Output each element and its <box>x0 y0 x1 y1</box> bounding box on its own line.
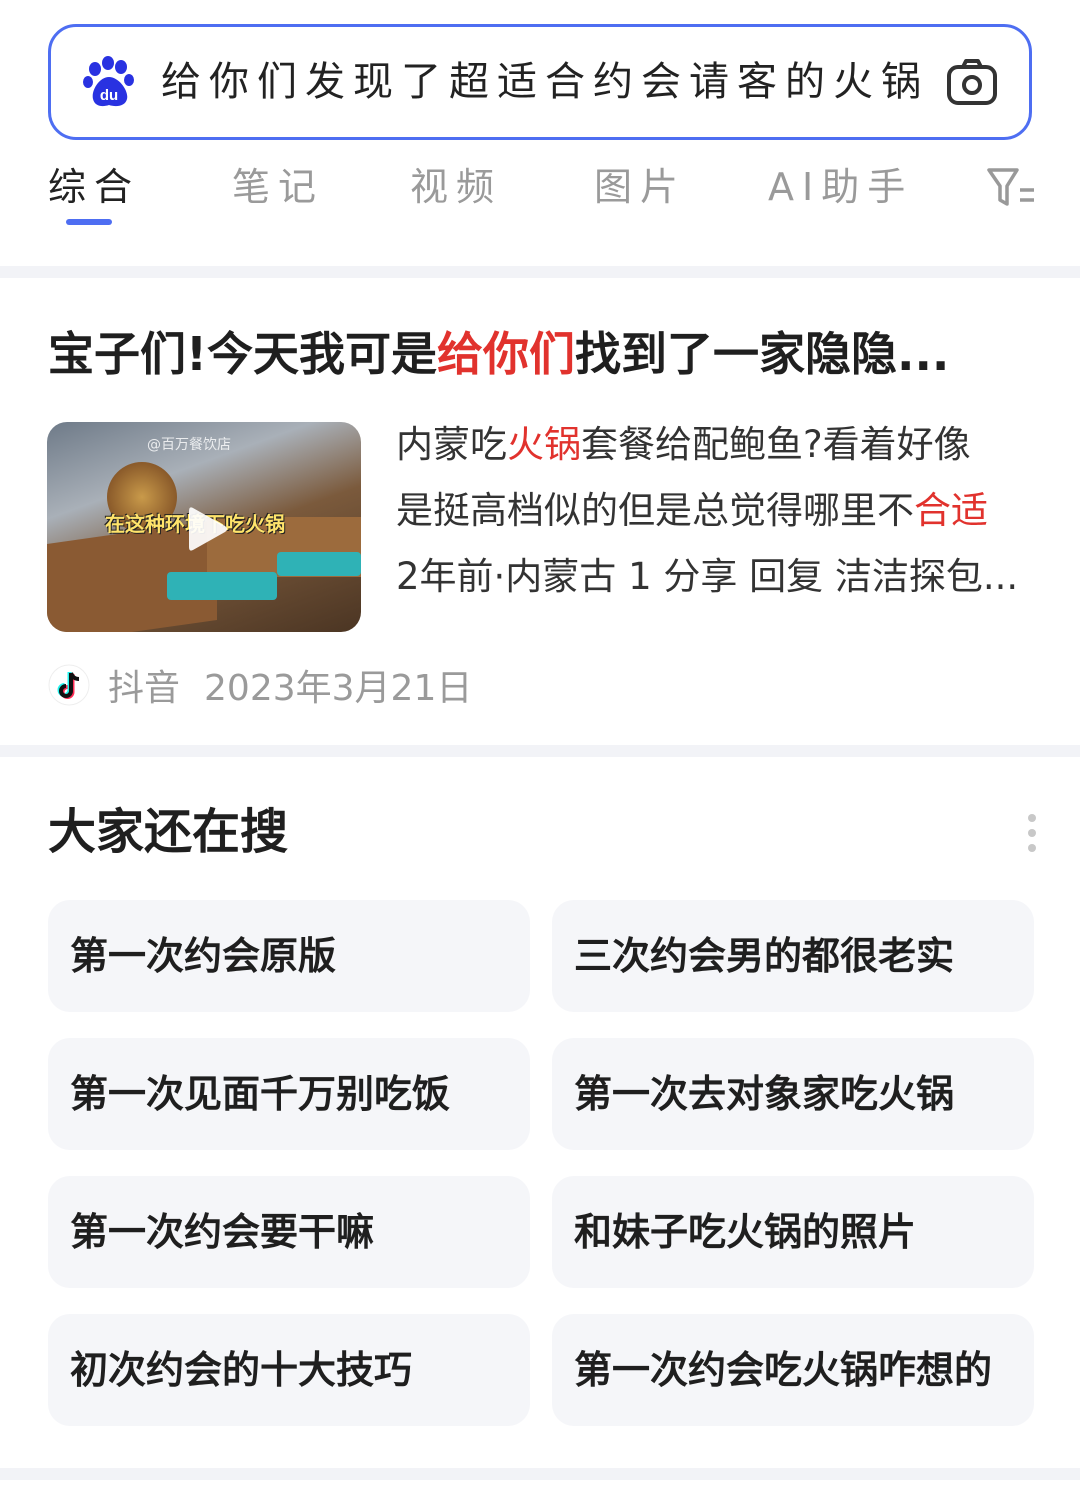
related-search-chip[interactable]: 第一次约会吃火锅咋想的 <box>552 1314 1034 1426</box>
result-title-text: 宝子们!今天我可是 <box>48 327 437 381</box>
result-title-text-rest: 找到了一家隐隐... <box>574 327 950 381</box>
related-search-chip[interactable]: 第一次约会要干嘛 <box>48 1176 530 1288</box>
filter-icon[interactable] <box>986 166 1036 210</box>
more-vertical-icon[interactable] <box>1024 812 1040 854</box>
search-bar[interactable]: du 给你们发现了超适合约会请客的火锅 <box>48 24 1032 140</box>
related-search-chip[interactable]: 第一次去对象家吃火锅 <box>552 1038 1034 1150</box>
svg-text:du: du <box>100 87 118 104</box>
related-search-chip[interactable]: 初次约会的十大技巧 <box>48 1314 530 1426</box>
thumbnail-watermark: @百万餐饮店 <box>147 437 231 453</box>
abstract-text: 是挺高档似的但是总觉得哪里不 <box>396 489 914 532</box>
douyin-icon <box>48 664 90 706</box>
section-divider <box>0 1468 1080 1480</box>
abstract-line: 内蒙吃火锅套餐给配鲍鱼?看着好像 <box>396 412 1036 478</box>
result-title[interactable]: 宝子们!今天我可是给你们找到了一家隐隐... <box>48 322 1038 386</box>
result-title-highlight: 给你们 <box>436 327 575 381</box>
source-name[interactable]: 抖音 <box>108 659 180 711</box>
abstract-text: 内蒙吃 <box>396 423 507 466</box>
abstract-highlight: 合适 <box>914 489 988 532</box>
abstract-meta: 2年前·内蒙古 1 分享 回复 洁洁探包... <box>396 555 1019 598</box>
related-search-chip[interactable]: 和妹子吃火锅的照片 <box>552 1176 1034 1288</box>
publish-date: 2023年3月21日 <box>204 668 473 709</box>
abstract-highlight: 火锅 <box>507 423 581 466</box>
related-search-chip[interactable]: 第一次约会原版 <box>48 900 530 1012</box>
related-search-chip[interactable]: 三次约会男的都很老实 <box>552 900 1034 1012</box>
section-divider <box>0 266 1080 278</box>
abstract-text: 套餐给配鲍鱼?看着好像 <box>581 423 971 466</box>
result-abstract: 内蒙吃火锅套餐给配鲍鱼?看着好像 是挺高档似的但是总觉得哪里不合适 2年前·内蒙… <box>396 412 1036 610</box>
tab-images[interactable]: 图片 <box>594 162 686 212</box>
video-thumbnail[interactable]: @百万餐饮店 在这种环境下吃火锅 <box>47 422 361 632</box>
search-input[interactable]: 给你们发现了超适合约会请客的火锅 <box>161 27 921 137</box>
chair-image <box>277 552 361 576</box>
search-tabs: 综合 笔记 视频 图片 AI助手 <box>0 150 1080 240</box>
result-source: 抖音 2023年3月21日 <box>48 660 472 710</box>
tab-videos[interactable]: 视频 <box>410 162 502 212</box>
tab-ai-assistant[interactable]: AI助手 <box>768 162 913 212</box>
tab-notes[interactable]: 笔记 <box>232 162 324 212</box>
section-divider <box>0 745 1080 757</box>
abstract-line: 是挺高档似的但是总觉得哪里不合适 <box>396 478 1036 544</box>
play-icon[interactable] <box>179 502 233 556</box>
camera-icon[interactable] <box>945 55 999 109</box>
chair-image <box>167 572 277 600</box>
related-search-chip[interactable]: 第一次见面千万别吃饭 <box>48 1038 530 1150</box>
tab-general[interactable]: 综合 <box>48 162 140 212</box>
related-searches-title: 大家还在搜 <box>48 804 289 860</box>
active-tab-indicator <box>66 219 112 225</box>
baidu-paw-icon[interactable]: du <box>81 55 137 111</box>
